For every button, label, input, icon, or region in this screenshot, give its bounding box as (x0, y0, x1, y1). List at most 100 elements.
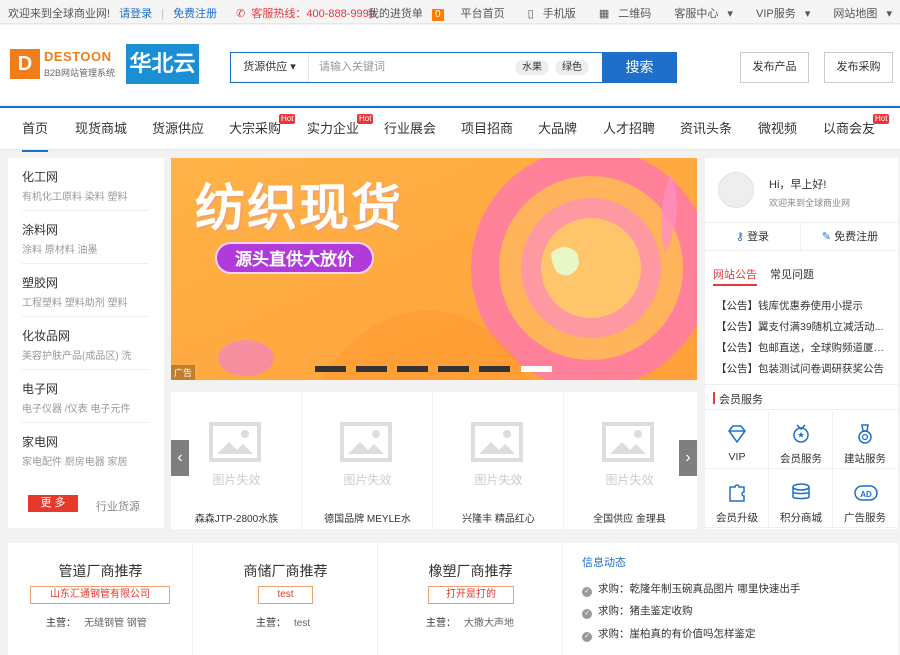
purchase-list-link[interactable]: 我的进货单 0 (362, 8, 444, 21)
info-item[interactable]: ✓ 求购：乾隆年制玉碗真品图片 哪里快速出手 (582, 581, 800, 597)
publish-purchase-button[interactable]: 发布采购 (824, 52, 893, 83)
carousel-dot[interactable] (315, 366, 346, 372)
carousel-dot[interactable] (397, 366, 428, 372)
category-subs[interactable]: 家电配件 厨房电器 家居 (22, 453, 148, 468)
tab-faq[interactable]: 常见问题 (770, 266, 814, 282)
category-subs[interactable]: 电子仪器 /仪表 电子元件 (22, 400, 148, 415)
main-business: 主营： 无缝钢管 钢管 (46, 618, 147, 629)
qrcode-icon: ▦ (598, 8, 610, 20)
info-item[interactable]: ✓ 求购：猪圭鉴定收购 (582, 603, 693, 619)
category-subs[interactable]: 有机化工原料 染料 塑料 (22, 188, 148, 203)
category-title[interactable]: 化妆品网 (22, 327, 70, 344)
notice-item[interactable]: 【公告】包邮直送，全球购频道厦门... (716, 338, 892, 359)
avatar[interactable] (718, 172, 754, 208)
register-button[interactable]: ✎ 免费注册 (802, 223, 898, 251)
nav-item-companies[interactable]: 实力企业 (307, 108, 359, 150)
nav-item-club[interactable]: 以商会友 (823, 108, 875, 150)
product-caption[interactable]: 兴隆丰 精品红心 (437, 510, 560, 525)
category-item[interactable]: 涂料网 涂料 原材料 油墨 (22, 211, 148, 264)
search-tag[interactable]: 水果 (515, 60, 549, 75)
prev-arrow[interactable]: ‹ (171, 440, 189, 476)
register-link[interactable]: 免费注册 (173, 8, 217, 20)
category-title[interactable]: 涂料网 (22, 221, 58, 238)
service-points[interactable]: 积分商城 (769, 470, 833, 528)
nav-item-brands[interactable]: 大品牌 (538, 108, 577, 150)
sitemap-link[interactable]: 网站地图 ▾ (827, 8, 892, 20)
product-card[interactable]: 图片失效 德国品牌 MEYLE水 (302, 392, 433, 529)
company-link[interactable]: 山东汇通钢管有限公司 (30, 586, 170, 604)
category-item[interactable]: 塑胶网 工程塑料 塑料助剂 塑料 (22, 264, 148, 317)
category-item[interactable]: 家电网 家电配件 厨房电器 家居 (22, 423, 148, 476)
publish-product-button[interactable]: 发布产品 (740, 52, 809, 83)
image-fail-text: 图片失效 (605, 473, 654, 487)
nav-item-jobs[interactable]: 人才招聘 (603, 108, 655, 150)
vip-service-link[interactable]: VIP服务 ▾ (750, 8, 810, 20)
puzzle-icon (729, 484, 745, 502)
nav-item-investment[interactable]: 项目招商 (461, 108, 513, 150)
login-button[interactable]: ⚷ 登录 (705, 223, 801, 251)
notice-item[interactable]: 【公告】钱库优惠券使用小提示 (716, 296, 892, 317)
category-title[interactable]: 家电网 (22, 433, 58, 450)
nav-item-supply[interactable]: 货源供应 (152, 108, 204, 150)
banner-subtitle: 源头直供大放价 (215, 242, 374, 274)
category-title[interactable]: 塑胶网 (22, 274, 58, 291)
next-arrow[interactable]: › (679, 440, 697, 476)
category-title[interactable]: 电子网 (22, 380, 58, 397)
pencil-icon: ✎ (821, 231, 832, 243)
product-card[interactable]: 图片失效 森森JTP-2800水族 (171, 392, 302, 529)
company-link[interactable]: 打开是打的 (428, 586, 514, 604)
logo-subtitle: B2B网站管理系统 (44, 68, 116, 78)
qrcode-link[interactable]: ▦ 二维码 (593, 8, 651, 20)
more-text[interactable]: 行业货源 (96, 498, 140, 514)
search-category-select[interactable]: 货源供应 ▾ (231, 53, 309, 82)
carousel-dot[interactable] (479, 366, 510, 372)
service-member[interactable]: 会员服务 (769, 411, 833, 469)
service-center-link[interactable]: 客服中心 ▾ (668, 8, 733, 20)
search-button[interactable]: 搜索 (602, 52, 677, 83)
service-vip[interactable]: VIP (705, 411, 769, 469)
nav-item-news[interactable]: 资讯头条 (680, 108, 732, 150)
site-logo[interactable]: D DESTOON B2B网站管理系统 (10, 49, 118, 83)
carousel-dot[interactable] (356, 366, 387, 372)
company-link[interactable]: test (258, 586, 313, 604)
banner-carousel[interactable]: 纺织现货 源头直供大放价 广告 (171, 158, 697, 380)
carousel-dot[interactable] (438, 366, 469, 372)
nav-item-spot-mall[interactable]: 现货商城 (75, 108, 127, 150)
service-upgrade[interactable]: 会员升级 (705, 470, 769, 528)
nav-item-exhibitions[interactable]: 行业展会 (384, 108, 436, 150)
category-title[interactable]: 化工网 (22, 168, 58, 185)
category-item[interactable]: 电子网 电子仪器 /仪表 电子元件 (22, 370, 148, 423)
category-subs[interactable]: 美容护肤产品(成品区) 洗 (22, 347, 148, 362)
ad-icon: AD (854, 485, 878, 501)
nav-item-bulk-purchase[interactable]: 大宗采购 (229, 108, 281, 150)
product-card[interactable]: 图片失效 全国供应 金理县 (564, 392, 695, 529)
category-subs[interactable]: 工程塑料 塑料助剂 塑料 (22, 294, 148, 309)
nav-item-video[interactable]: 微视频 (758, 108, 797, 150)
banner-title: 纺织现货 (195, 180, 403, 236)
category-item[interactable]: 化工网 有机化工原料 染料 塑料 (22, 158, 148, 211)
info-item[interactable]: ✓ 求购：崖柏真的有价值吗怎样鉴定 (582, 626, 756, 642)
product-caption[interactable]: 森森JTP-2800水族 (175, 510, 298, 525)
main-nav: 首页 现货商城 货源供应 大宗采购 Hot 实力企业 Hot 行业展会 项目招商… (0, 106, 900, 152)
service-ad[interactable]: AD 广告服务 (833, 470, 897, 528)
search-tag[interactable]: 绿色 (555, 60, 589, 75)
tab-notice[interactable]: 网站公告 (713, 266, 757, 286)
home-link[interactable]: 平台首页 (461, 8, 505, 20)
sub-site-logo[interactable]: 华北云 (126, 44, 199, 84)
more-button[interactable]: 更 多 (28, 495, 78, 512)
carousel-dot-active[interactable] (521, 366, 552, 372)
mobile-link[interactable]: ▯ 手机版 (522, 8, 576, 20)
service-header: 会员服务 (705, 384, 898, 410)
category-item[interactable]: 化妆品网 美容护肤产品(成品区) 洗 (22, 317, 148, 370)
notice-item[interactable]: 【公告】翼支付满39随机立减活动... (716, 317, 892, 338)
chevron-down-icon: ▾ (886, 8, 892, 20)
product-card[interactable]: 图片失效 兴隆丰 精品红心 (433, 392, 564, 529)
product-caption[interactable]: 德国品牌 MEYLE水 (306, 510, 429, 525)
nav-item-home[interactable]: 首页 (22, 108, 49, 152)
notice-item[interactable]: 【公告】包装测试问卷调研获奖公告 (716, 359, 892, 380)
category-subs[interactable]: 涂料 原材料 油墨 (22, 241, 148, 256)
product-caption[interactable]: 全国供应 金理县 (568, 510, 691, 525)
login-link[interactable]: 请登录 (119, 8, 152, 20)
service-site[interactable]: 建站服务 (833, 411, 897, 469)
search-input[interactable]: 请输入关键词 (319, 53, 499, 82)
